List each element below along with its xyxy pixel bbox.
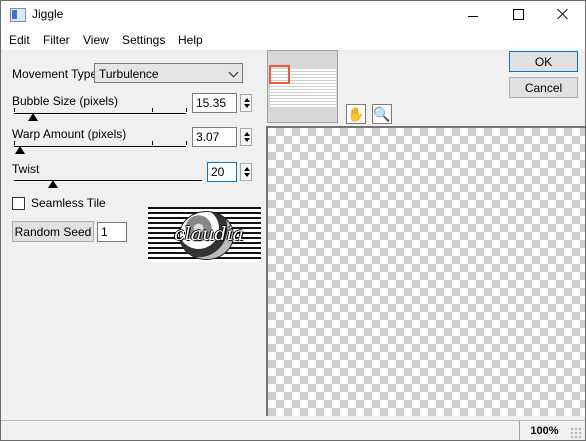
dialog-content: Movement Type: Turbulence Bubble Size (p… xyxy=(1,50,585,420)
app-window-icon xyxy=(10,8,26,22)
slider-tick xyxy=(186,141,187,145)
warp-amount-spinner[interactable] xyxy=(240,128,252,146)
minimize-button[interactable] xyxy=(450,1,495,30)
warp-amount-label: Warp Amount (pixels) xyxy=(12,127,127,141)
movement-type-select[interactable]: Turbulence xyxy=(94,63,243,83)
chevron-down-icon xyxy=(228,67,239,78)
twist-slider-thumb[interactable] xyxy=(48,180,58,188)
resize-grip-icon[interactable] xyxy=(570,427,582,439)
movement-type-value: Turbulence xyxy=(99,67,159,81)
preview-thumbnail[interactable] xyxy=(267,50,338,123)
menu-help[interactable]: Help xyxy=(178,33,203,47)
warp-amount-slider-thumb[interactable] xyxy=(15,146,25,154)
slider-tick xyxy=(14,108,15,112)
cancel-button[interactable]: Cancel xyxy=(509,77,578,98)
maximize-button[interactable] xyxy=(495,1,540,30)
bubble-size-label: Bubble Size (pixels) xyxy=(12,94,119,108)
bubble-size-slider-thumb[interactable] xyxy=(28,113,38,121)
twist-label: Twist xyxy=(12,162,40,176)
slider-tick xyxy=(14,141,15,145)
claudia-logo-image: claudia xyxy=(148,207,261,262)
viewport-rectangle[interactable] xyxy=(269,65,290,84)
twist-spinner[interactable] xyxy=(240,163,252,181)
seamless-tile-checkbox[interactable] xyxy=(12,197,25,210)
menu-view[interactable]: View xyxy=(83,33,109,47)
random-seed-input[interactable]: 1 xyxy=(97,222,127,242)
zoom-level: 100% xyxy=(519,421,569,440)
slider-tick xyxy=(186,108,187,112)
menu-bar: Edit Filter View Settings Help xyxy=(1,30,585,50)
ok-button[interactable]: OK xyxy=(509,51,578,72)
window-title: Jiggle xyxy=(32,7,64,21)
status-bar: 100% xyxy=(1,420,585,440)
jiggle-dialog: Jiggle Edit Filter View Settings Help Mo… xyxy=(0,0,586,441)
bubble-size-spinner[interactable] xyxy=(240,94,252,112)
slider-tick xyxy=(152,108,153,112)
close-button[interactable] xyxy=(540,1,585,30)
hand-icon[interactable]: ✋ xyxy=(346,104,366,124)
bubble-size-slider[interactable] xyxy=(14,113,186,115)
twist-input[interactable]: 20 xyxy=(207,162,237,182)
menu-filter[interactable]: Filter xyxy=(43,33,70,47)
random-seed-button[interactable]: Random Seed xyxy=(12,221,94,242)
movement-type-label: Movement Type: xyxy=(12,67,101,81)
warp-amount-input[interactable]: 3.07 xyxy=(192,127,237,147)
preview-canvas[interactable] xyxy=(266,126,585,416)
twist-slider[interactable] xyxy=(14,180,202,182)
bubble-size-input[interactable]: 15.35 xyxy=(192,93,237,113)
slider-tick xyxy=(152,141,153,145)
logo-text: claudia xyxy=(174,223,244,245)
title-bar: Jiggle xyxy=(1,1,585,30)
seamless-tile-label: Seamless Tile xyxy=(31,196,106,210)
warp-amount-slider[interactable] xyxy=(14,146,186,148)
magnifier-icon[interactable]: 🔍 xyxy=(372,104,392,124)
menu-settings[interactable]: Settings xyxy=(122,33,165,47)
menu-edit[interactable]: Edit xyxy=(9,33,30,47)
